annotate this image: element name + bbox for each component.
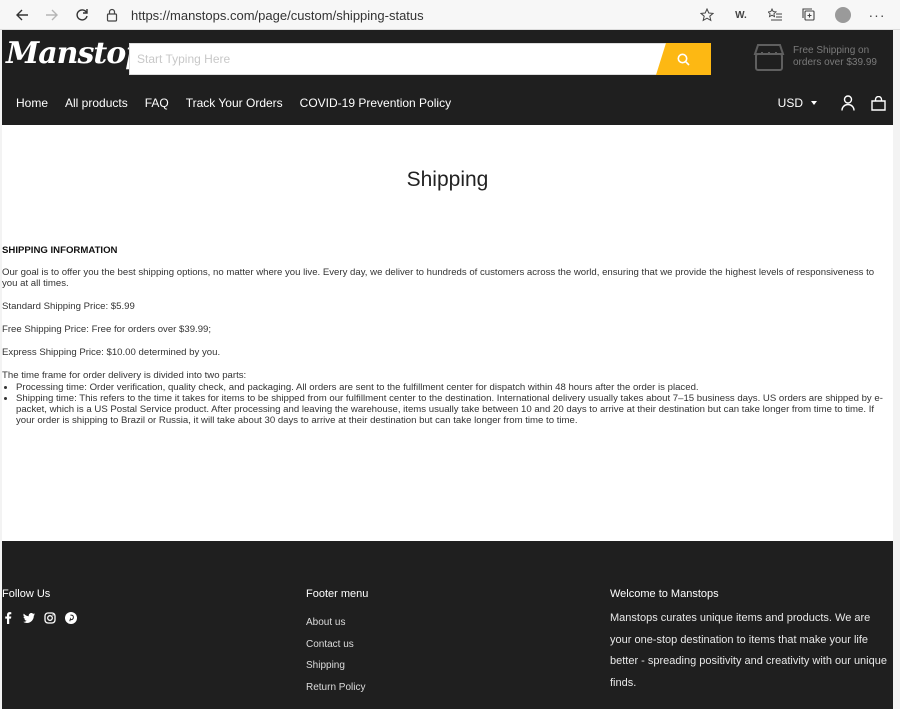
nav-covid-policy[interactable]: COVID-19 Prevention Policy bbox=[300, 96, 451, 110]
welcome-text: Manstops curates unique items and produc… bbox=[610, 612, 887, 689]
social-links bbox=[2, 612, 77, 624]
arrow-left-icon bbox=[16, 9, 28, 20]
timeframe-list: Processing time: Order verification, qua… bbox=[2, 382, 891, 426]
site-header: Manstops Free Shipping on orders over $3… bbox=[2, 30, 893, 125]
section-heading: SHIPPING INFORMATION bbox=[2, 245, 118, 256]
address-bar[interactable]: https://manstops.com/page/custom/shippin… bbox=[105, 4, 725, 26]
ellipsis-icon: ··· bbox=[868, 7, 886, 23]
standard-shipping-text: Standard Shipping Price: $5.99 bbox=[2, 301, 135, 312]
footer-welcome: Welcome to Manstops Manstops curates uni… bbox=[610, 588, 890, 694]
account-button[interactable] bbox=[833, 90, 863, 116]
pinterest-icon[interactable] bbox=[65, 612, 77, 624]
list-item: Processing time: Order verification, qua… bbox=[16, 382, 891, 393]
footer-menu: Footer menu About us Contact us Shipping… bbox=[306, 588, 368, 698]
currency-value: USD bbox=[777, 96, 803, 110]
footer-link-return[interactable]: Return Policy bbox=[306, 677, 368, 699]
forward-button[interactable] bbox=[37, 0, 67, 30]
favorite-star-button[interactable] bbox=[690, 0, 724, 30]
footer-link-shipping[interactable]: Shipping bbox=[306, 655, 368, 677]
currency-selector[interactable]: USD bbox=[778, 96, 817, 110]
arrow-right-icon bbox=[46, 9, 58, 20]
favorites-button[interactable] bbox=[758, 0, 792, 30]
site-footer: Follow Us Footer menu About us Contact u… bbox=[2, 541, 893, 709]
profile-button[interactable] bbox=[826, 0, 860, 30]
search-icon bbox=[677, 53, 690, 66]
collections-icon bbox=[802, 8, 815, 21]
free-shipping-text: Free Shipping Price: Free for orders ove… bbox=[2, 324, 212, 335]
welcome-title: Welcome to Manstops bbox=[610, 588, 719, 600]
more-menu-button[interactable]: ··· bbox=[860, 0, 894, 30]
footer-menu-title: Footer menu bbox=[306, 588, 369, 600]
extension-button[interactable]: W. bbox=[724, 0, 758, 30]
timeframe-text: The time frame for order delivery is div… bbox=[2, 370, 247, 381]
nav-all-products[interactable]: All products bbox=[65, 96, 128, 110]
browser-actions: W. ··· bbox=[690, 0, 894, 30]
express-shipping-text: Express Shipping Price: $10.00 determine… bbox=[2, 347, 221, 358]
instagram-icon[interactable] bbox=[44, 612, 56, 624]
shopping-bag-icon bbox=[870, 95, 886, 111]
search-button[interactable] bbox=[656, 43, 711, 75]
lock-icon bbox=[106, 8, 118, 22]
twitter-icon[interactable] bbox=[23, 612, 35, 624]
footer-link-about[interactable]: About us bbox=[306, 612, 368, 634]
url-text: https://manstops.com/page/custom/shippin… bbox=[131, 7, 424, 23]
search-bar bbox=[129, 43, 711, 75]
cart-button[interactable] bbox=[863, 90, 893, 116]
star-outline-icon bbox=[700, 8, 714, 22]
follow-title: Follow Us bbox=[2, 588, 51, 600]
shipping-article: SHIPPING INFORMATION Our goal is to offe… bbox=[2, 245, 891, 426]
intro-paragraph: Our goal is to offer you the best shippi… bbox=[2, 267, 875, 289]
facebook-icon[interactable] bbox=[2, 612, 14, 624]
window-edge bbox=[893, 30, 900, 709]
footer-link-contact[interactable]: Contact us bbox=[306, 634, 368, 656]
browser-toolbar: https://manstops.com/page/custom/shippin… bbox=[0, 0, 900, 30]
user-icon bbox=[841, 95, 855, 111]
page-content: Shipping SHIPPING INFORMATION Our goal i… bbox=[2, 125, 893, 541]
footer-links: About us Contact us Shipping Return Poli… bbox=[306, 612, 368, 698]
caret-down-icon bbox=[811, 101, 817, 105]
list-item: Shipping time: This refers to the time i… bbox=[16, 393, 891, 426]
reload-button[interactable] bbox=[67, 0, 97, 30]
back-button[interactable] bbox=[7, 0, 37, 30]
header-actions: USD bbox=[778, 90, 893, 116]
collections-button[interactable] bbox=[792, 0, 826, 30]
footer-follow: Follow Us bbox=[2, 588, 77, 624]
extension-label: W. bbox=[735, 9, 747, 21]
avatar bbox=[835, 7, 851, 23]
promo-line-2: orders over $39.99 bbox=[793, 57, 877, 68]
free-shipping-promo: Free Shipping on orders over $39.99 bbox=[753, 42, 877, 72]
search-input[interactable] bbox=[130, 44, 650, 74]
nav-track-orders[interactable]: Track Your Orders bbox=[186, 96, 283, 110]
storefront-icon bbox=[753, 44, 785, 71]
main-nav: Home All products FAQ Track Your Orders … bbox=[16, 96, 468, 110]
promo-line-1: Free Shipping on bbox=[793, 45, 870, 56]
page-title: Shipping bbox=[406, 168, 489, 191]
reload-icon bbox=[76, 8, 88, 21]
nav-faq[interactable]: FAQ bbox=[145, 96, 169, 110]
nav-home[interactable]: Home bbox=[16, 96, 48, 110]
favorites-list-icon bbox=[768, 8, 782, 21]
